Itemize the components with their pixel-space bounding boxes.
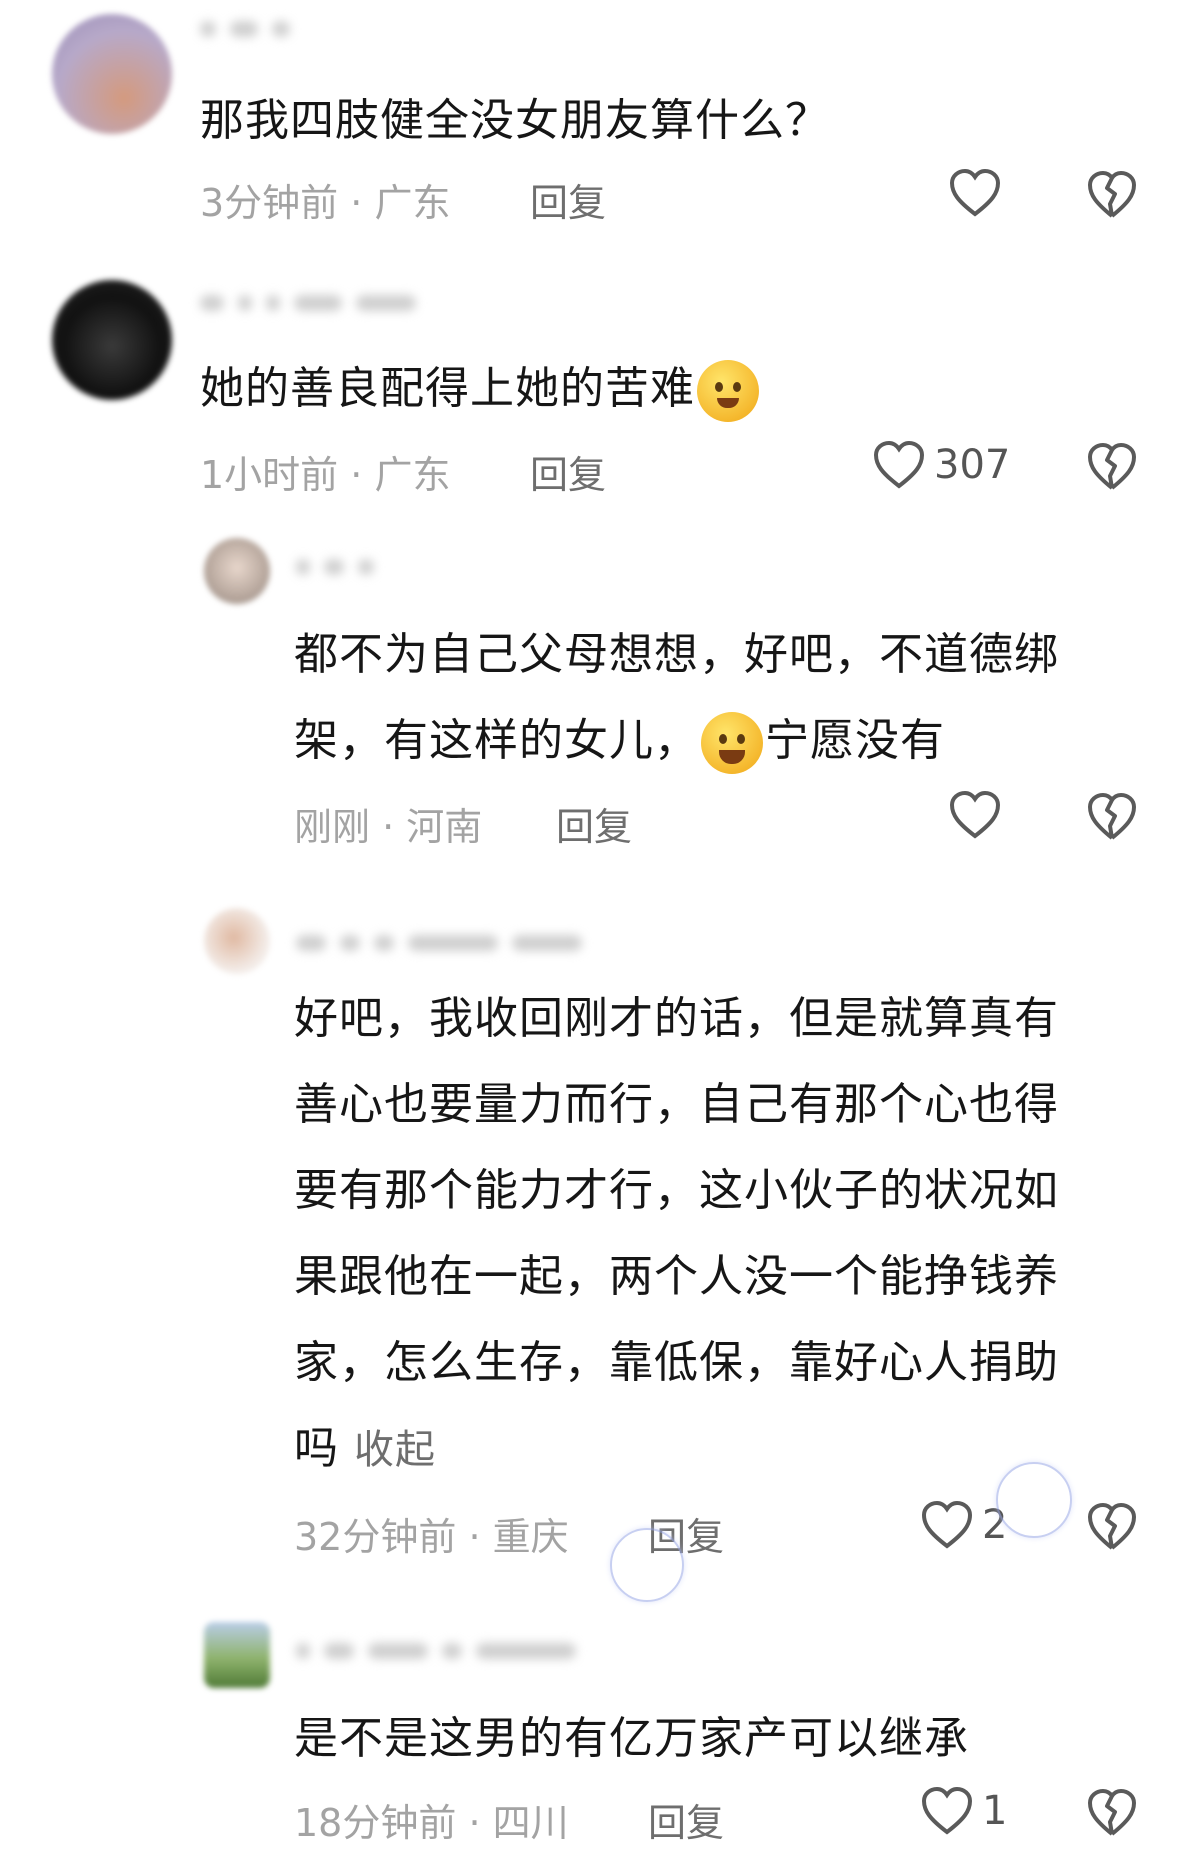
heart-outline-icon <box>949 168 1001 217</box>
laughing-crying-emoji <box>701 712 763 774</box>
username-blurred[interactable] <box>296 1640 596 1680</box>
timestamp: 18分钟前 <box>294 1801 457 1845</box>
location: 重庆 <box>492 1515 569 1559</box>
comment-text: 那我四肢健全没女朋友算什么？ <box>200 78 830 164</box>
avatar[interactable] <box>52 280 172 400</box>
comment-line: 家，怎么生存，靠低保，靠好心人捐助 <box>294 1337 1059 1388</box>
comment-line: 架，有这样的女儿， <box>294 715 699 766</box>
comment-line: 都不为自己父母想想，好吧，不道德绑 <box>294 629 1059 680</box>
heart-outline-icon <box>949 790 1001 839</box>
username-blurred[interactable] <box>200 18 500 58</box>
dislike-button[interactable] <box>1086 1788 1138 1842</box>
timestamp: 1小时前 <box>200 453 339 497</box>
dislike-button[interactable] <box>1086 170 1138 224</box>
comment-line: 善心也要量力而行，自己有那个心也得 <box>294 1079 1059 1130</box>
comment-line: 要有那个能力才行，这小伙子的状况如 <box>294 1165 1059 1216</box>
comment-meta: 32分钟前 · 重庆 <box>294 1515 569 1559</box>
heart-outline-icon <box>921 1786 973 1835</box>
username-blurred[interactable] <box>200 292 500 332</box>
like-count: 307 <box>934 442 1011 488</box>
broken-heart-icon <box>1088 1789 1136 1836</box>
dislike-button[interactable] <box>1086 1502 1138 1556</box>
avatar[interactable] <box>204 908 270 974</box>
timestamp: 刚刚 <box>294 805 371 849</box>
comment-line: 宁愿没有 <box>765 715 945 766</box>
comment-text: 都不为自己父母想想，好吧，不道德绑 架，有这样的女儿， 宁愿没有 <box>294 612 1059 784</box>
comment-line: 是不是这男的有亿万家产可以继承 <box>294 1713 969 1764</box>
broken-heart-icon <box>1088 443 1136 490</box>
comment-meta: 刚刚 · 河南 <box>294 805 483 849</box>
collapse-link[interactable]: 收起 <box>354 1427 436 1473</box>
avatar[interactable] <box>204 538 270 604</box>
like-button[interactable] <box>948 790 1010 840</box>
like-button[interactable]: 1 <box>920 1786 1007 1836</box>
comment-line: 果跟他在一起，两个人没一个能挣钱养 <box>294 1251 1059 1302</box>
reply-button[interactable]: 回复 <box>530 172 606 227</box>
comment-meta: 3分钟前 · 广东 <box>200 181 451 225</box>
reply-button[interactable]: 回复 <box>556 796 632 851</box>
comment-text: 好吧，我收回刚才的话，但是就算真有 善心也要量力而行，自己有那个心也得 要有那个… <box>294 976 1059 1493</box>
avatar[interactable] <box>52 14 172 134</box>
reply-button[interactable]: 回复 <box>530 444 606 499</box>
broken-heart-icon <box>1088 793 1136 840</box>
comment-meta: 1小时前 · 广东 <box>200 453 451 497</box>
location: 广东 <box>374 181 451 225</box>
timestamp: 3分钟前 <box>200 181 339 225</box>
comment-text: 是不是这男的有亿万家产可以继承 <box>294 1696 969 1782</box>
location: 河南 <box>406 805 483 849</box>
comment-line: 她的善良配得上她的苦难 <box>200 363 695 414</box>
pleading-face-emoji <box>697 360 759 422</box>
avatar[interactable] <box>204 1622 270 1688</box>
like-button[interactable]: 2 <box>920 1500 1007 1550</box>
touch-indicator <box>610 1528 684 1602</box>
reply-button[interactable]: 回复 <box>648 1792 724 1847</box>
heart-outline-icon <box>873 440 925 489</box>
timestamp: 32分钟前 <box>294 1515 457 1559</box>
comment-meta: 18分钟前 · 四川 <box>294 1801 569 1845</box>
comment-line: 吗 <box>294 1423 339 1474</box>
like-button[interactable] <box>948 168 1010 218</box>
comment-text: 她的善良配得上她的苦难 <box>200 346 761 432</box>
comment-line: 那我四肢健全没女朋友算什么？ <box>200 95 830 146</box>
location: 广东 <box>374 453 451 497</box>
like-button[interactable]: 307 <box>872 440 1010 490</box>
dislike-button[interactable] <box>1086 442 1138 496</box>
broken-heart-icon <box>1088 1503 1136 1550</box>
touch-indicator <box>996 1462 1072 1538</box>
dislike-button[interactable] <box>1086 792 1138 846</box>
heart-outline-icon <box>921 1500 973 1549</box>
location: 四川 <box>492 1801 569 1845</box>
broken-heart-icon <box>1088 171 1136 218</box>
username-blurred[interactable] <box>296 556 596 596</box>
like-count: 1 <box>982 1788 1008 1834</box>
comment-line: 好吧，我收回刚才的话，但是就算真有 <box>294 993 1059 1044</box>
username-blurred[interactable] <box>296 932 596 972</box>
